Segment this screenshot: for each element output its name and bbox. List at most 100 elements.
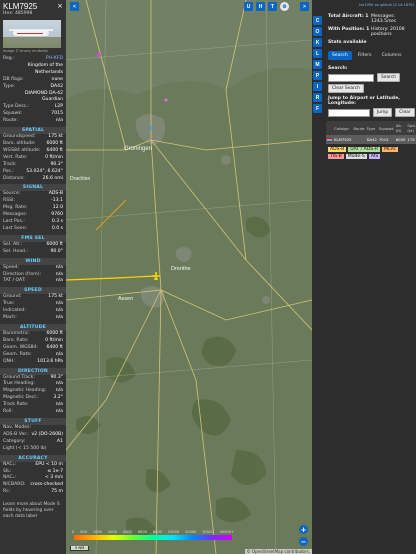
github-link[interactable]: tar1090 on github (3.14.1670) <box>326 0 416 9</box>
info-label[interactable]: Messages: <box>3 212 27 219</box>
info-label[interactable]: Groundspeed: <box>3 134 35 141</box>
info-label[interactable]: Track: <box>3 162 17 169</box>
info-label[interactable]: Speed: <box>3 265 19 272</box>
tab-columns[interactable]: Columns <box>378 51 406 60</box>
hex-value: 485998 <box>14 11 33 16</box>
table-header[interactable]: Callsign <box>333 121 353 135</box>
table-header[interactable]: Spd. (kt) <box>406 121 416 135</box>
info-label[interactable]: QNH: <box>3 359 15 366</box>
info-label: Type: <box>3 83 16 89</box>
place-label-groningen: Groningen <box>124 146 152 152</box>
tab-search[interactable]: Search <box>328 51 352 60</box>
toggle-t-button[interactable]: T <box>268 2 277 11</box>
jump-input[interactable] <box>328 108 370 117</box>
table-row[interactable]: KLM7925 DA42 7015 6000 175 <box>326 135 416 144</box>
section-header[interactable]: STUFF <box>0 417 66 425</box>
map-canvas[interactable]: Groningen Assen Drenthe Drachten <box>66 0 312 554</box>
clear-button[interactable]: Clear <box>395 108 415 117</box>
table-cell: 6000 <box>394 135 407 144</box>
info-value: 6000 ft <box>46 241 64 247</box>
info-row: Sel. Alt.: 6000 ft <box>0 242 66 249</box>
sidebar-toggle-m-button[interactable]: M <box>313 60 322 69</box>
info-label[interactable]: Rc: <box>3 489 10 496</box>
sidebar-toggle-o-button[interactable]: O <box>313 27 322 36</box>
map-toggle-buttons: U H T ⚙ <box>244 2 289 13</box>
table-header[interactable]: Route <box>352 121 366 135</box>
info-row: Reg.: PH-KFD <box>0 56 66 63</box>
info-label[interactable]: Category: <box>3 439 25 446</box>
info-label[interactable]: Geom. WGS84: <box>3 345 38 352</box>
info-label[interactable]: Sel. Alt.: <box>3 242 22 249</box>
section-header[interactable]: WIND <box>0 257 66 265</box>
expand-panel-button[interactable]: > <box>300 2 309 11</box>
info-value: 0.3 s <box>51 219 63 225</box>
info-value: 6400 ft <box>46 344 64 350</box>
section-header[interactable]: FMS SEL <box>0 234 66 242</box>
info-label[interactable]: Sel. Head.: <box>3 249 28 256</box>
sidebar-toggle-r-button[interactable]: R <box>313 93 322 102</box>
sidebar-toggle-p-button[interactable]: P <box>313 71 322 80</box>
table-header[interactable] <box>326 121 333 135</box>
info-label[interactable]: TAT / OAT: <box>3 278 26 285</box>
info-label[interactable]: ADS-B Ver.: <box>3 432 29 439</box>
clear-search-button[interactable]: Clear Search <box>328 84 364 93</box>
info-label[interactable]: Distance: <box>3 176 25 183</box>
close-icon[interactable]: × <box>57 2 63 10</box>
info-label[interactable]: Mach: <box>3 315 17 322</box>
info-label[interactable]: Last Pos.: <box>3 219 25 226</box>
sidebar-toggle-c-button[interactable]: C <box>313 16 322 25</box>
table-header[interactable]: Type <box>365 121 378 135</box>
section-header[interactable]: DIRECTION <box>0 367 66 375</box>
info-label[interactable]: WGS84 altitude: <box>3 148 41 155</box>
search-button[interactable]: Search <box>377 73 401 82</box>
sidebar-toggle-k-button[interactable]: K <box>313 38 322 47</box>
info-value: 6000 ft <box>46 331 64 336</box>
info-label[interactable]: Vert. Rate: <box>3 155 27 162</box>
collapse-info-button[interactable]: < <box>70 2 79 11</box>
stats-available-link[interactable]: Stats available <box>328 40 371 45</box>
sidebar-toggle-f-button[interactable]: F <box>313 104 322 113</box>
zoom-out-button[interactable]: − <box>299 537 308 546</box>
info-value: 90.0° <box>50 248 63 254</box>
search-label: Search: <box>328 66 348 71</box>
settings-gear-icon[interactable]: ⚙ <box>280 2 289 11</box>
info-label[interactable]: Light (< 15 500 lb) <box>3 446 47 453</box>
info-value: 0 ft/min <box>45 154 63 160</box>
place-label-drachten: Drachten <box>70 176 91 182</box>
info-row: Light (< 15 500 lb) <box>0 446 66 453</box>
info-label[interactable]: Nav. Modes: <box>3 425 31 432</box>
info-label[interactable]: Barometric: <box>3 331 30 338</box>
toggle-u-button[interactable]: U <box>244 2 253 11</box>
info-label[interactable]: Baro. Rate: <box>3 338 29 345</box>
sidebar-toggle-i-button[interactable]: I <box>313 82 322 91</box>
info-label[interactable]: Roll: <box>3 409 13 416</box>
info-label[interactable]: Baro. altitude: <box>3 141 36 148</box>
info-label[interactable]: Last Seen: <box>3 226 27 233</box>
map-view[interactable]: Groningen Assen Drenthe Drachten U H T ⚙… <box>66 0 312 554</box>
info-row: WGS84 altitude: 6400 ft <box>0 148 66 155</box>
section-header[interactable]: ACCURACY <box>0 454 66 462</box>
aircraft-photo[interactable] <box>3 20 61 48</box>
map-attribution[interactable]: © OpenStreetMap contributors. <box>244 549 312 554</box>
info-row: Rc: 75 m <box>0 489 66 496</box>
table-header[interactable]: Squawk <box>377 121 395 135</box>
tab-filters[interactable]: Filters <box>354 51 376 60</box>
legend-tick: 4000 <box>122 530 132 534</box>
info-row: Barometric: 6000 ft <box>0 331 66 338</box>
info-label[interactable]: Pos.: <box>3 169 14 176</box>
sidebar-toggle-l-button[interactable]: L <box>313 49 322 58</box>
info-value: 75 m <box>51 489 63 495</box>
toggle-h-button[interactable]: H <box>256 2 265 11</box>
info-row: NACₚ: EPU < 10 m <box>0 462 66 469</box>
with-position: With Position: 1 <box>328 27 370 32</box>
section-header[interactable]: ALTITUDE <box>0 324 66 331</box>
jump-button[interactable]: Jump <box>373 108 393 117</box>
info-row: Last Seen: 0.0 s <box>0 226 66 233</box>
section-header[interactable]: SPATIAL <box>0 127 66 135</box>
table-header[interactable]: Alt. (ft) <box>394 121 407 135</box>
info-label[interactable]: NACₚ: <box>3 462 16 469</box>
history-count: History: 20108 positions <box>371 27 405 37</box>
info-label[interactable]: Geom. Rate: <box>3 352 32 359</box>
zoom-in-button[interactable]: + <box>299 525 308 534</box>
search-input[interactable] <box>328 73 374 82</box>
